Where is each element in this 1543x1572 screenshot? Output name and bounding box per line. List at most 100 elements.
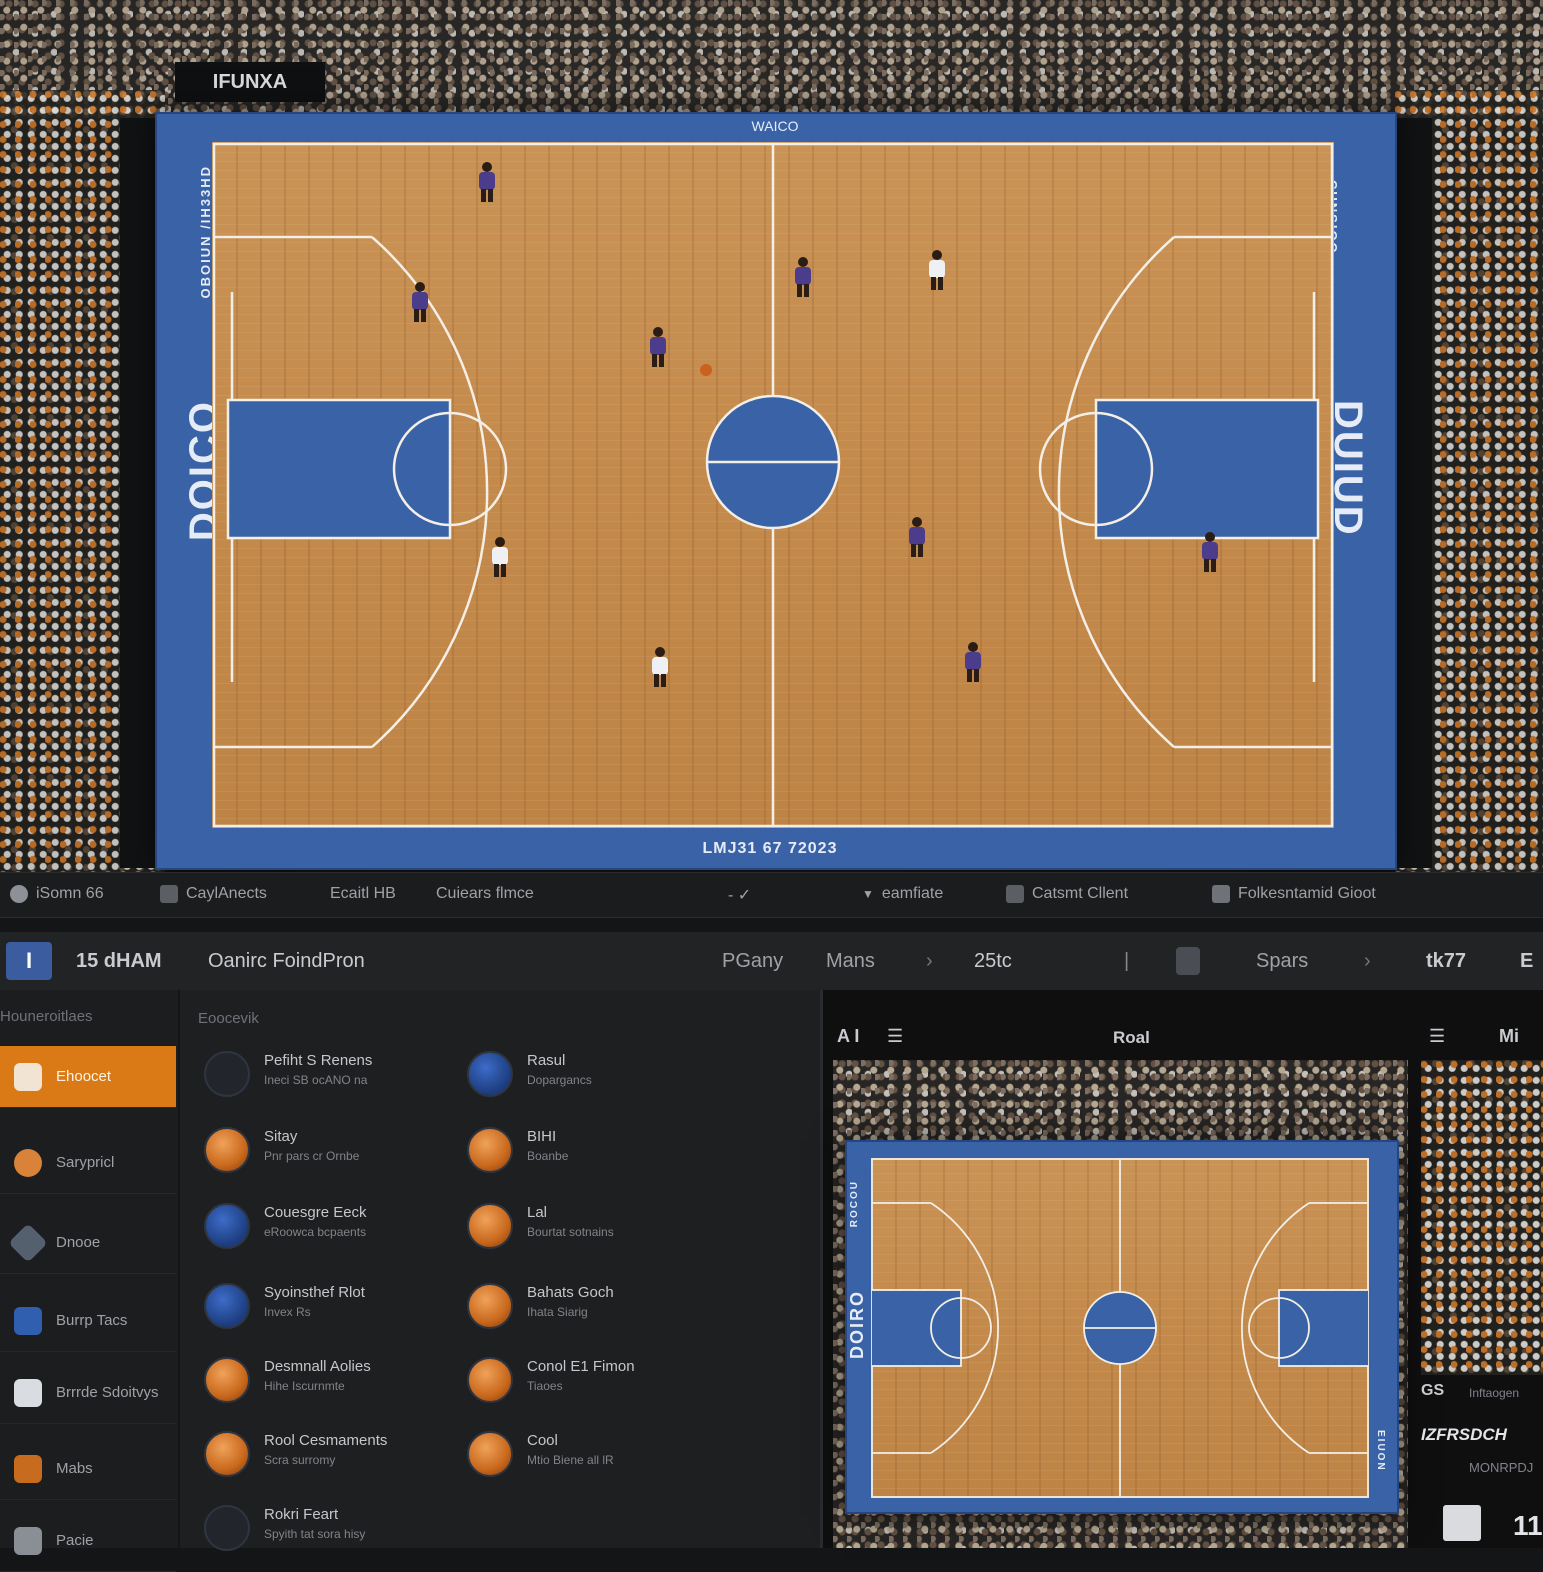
list-item[interactable]: Rasul Dopargancs: [467, 1046, 697, 1106]
broadcast-view: IFUNXA WAICO LMJ31 67 72023 DOICO DUIUD …: [0, 0, 1543, 872]
list-item[interactable]: Sitay Pnr pars cr Ornbe: [204, 1122, 434, 1182]
sidebar-item-trophies[interactable]: Mabs: [0, 1438, 176, 1500]
preview-court-lines: [871, 1158, 1369, 1498]
list-item-subtitle: Mtio Biene all lR: [527, 1453, 614, 1467]
sidebar-item-dribble[interactable]: Brrrde Sdoitvys: [0, 1362, 176, 1424]
list-heading: Eoocevik: [198, 1010, 259, 1027]
player: [647, 647, 673, 687]
sidebar-item-tags[interactable]: Dnooe: [0, 1212, 176, 1274]
app-logo[interactable]: I: [6, 942, 52, 980]
list-item[interactable]: Pefiht S Renens Ineci SB ocANO na: [204, 1046, 434, 1106]
pin-icon: [204, 1505, 250, 1551]
toolbar-confirm-label: - ✓: [728, 887, 752, 904]
right-side-board: [1392, 118, 1432, 868]
list-item[interactable]: Bahats Goch Ihata Siarig: [467, 1278, 697, 1338]
list-item-title: Lal: [527, 1204, 548, 1221]
camera-icon: [1006, 885, 1024, 903]
chevron-right-icon: ›: [926, 950, 933, 972]
status-icon: [10, 885, 28, 903]
team-logo-icon: [1176, 947, 1200, 975]
jersey-9-icon: [467, 1051, 513, 1097]
toolbar-frames[interactable]: Cuiears flmce: [436, 885, 534, 903]
league-logo-icon: [1443, 1505, 1481, 1541]
menu-icon[interactable]: ☰: [887, 1026, 903, 1047]
folder-icon: [1212, 885, 1230, 903]
player: [645, 327, 671, 367]
sidebar-item-players[interactable]: Burrp Tacs: [0, 1290, 176, 1352]
list-item-title: Conol E1 Fimon: [527, 1358, 635, 1375]
nav-tab-play[interactable]: PGany: [722, 950, 783, 973]
sidebar-heading: Houneroitlaes: [0, 1008, 93, 1025]
tag-icon: [8, 1222, 48, 1263]
court-lines: [212, 142, 1334, 828]
toolbar-edit[interactable]: Ecaitl HB: [330, 885, 396, 903]
list-item[interactable]: Rool Cesmaments Scra surromy: [204, 1426, 434, 1486]
sidebar-item-court[interactable]: Pacie: [0, 1510, 176, 1572]
menu-icon[interactable]: ☰: [1429, 1026, 1445, 1047]
player: [924, 250, 950, 290]
shoe-icon: [204, 1203, 250, 1249]
toolbar-frames-label: Cuiears flmce: [436, 885, 534, 902]
list-item[interactable]: Desmnall Aolies Hihe Iscurnmte: [204, 1352, 434, 1412]
list-item-subtitle: Pnr pars cr Ornbe: [264, 1149, 360, 1163]
preview-court-floor: [871, 1158, 1369, 1498]
list-item-title: Cool: [527, 1432, 558, 1449]
sidebar-item-label: Ehoocet: [56, 1068, 112, 1085]
basketball-icon: [467, 1357, 513, 1403]
filter-icon: ▼: [862, 887, 874, 901]
basketball-icon: [204, 1127, 250, 1173]
preview-side-label2: Inftaogen: [1469, 1386, 1520, 1400]
toolbar-confirm[interactable]: - ✓: [728, 885, 751, 905]
basketball-icon: [467, 1431, 513, 1477]
list-item[interactable]: Conol E1 Fimon Tiaoes: [467, 1352, 697, 1412]
toolbar-filter[interactable]: ▼ eamfiate: [862, 885, 943, 903]
preview-right-label: Mi: [1499, 1026, 1519, 1046]
list-item-title: Rool Cesmaments: [264, 1432, 388, 1449]
list-item[interactable]: Couesgre Eeck eRoowca bcpaents: [204, 1198, 434, 1258]
toolbar-folder[interactable]: Folkesntamid Gioot: [1212, 885, 1376, 903]
player: [1197, 532, 1223, 572]
sidebar-item-home[interactable]: Ehoocet: [0, 1046, 176, 1108]
list-item-subtitle: Dopargancs: [527, 1073, 592, 1087]
sidebar-item-global[interactable]: Sarypricl: [0, 1132, 176, 1194]
list-item[interactable]: Cool Mtio Biene all lR: [467, 1426, 697, 1486]
header-divider: |: [1124, 950, 1130, 972]
dribble-icon: [14, 1378, 42, 1407]
list-item-subtitle: Bourtat sotnains: [527, 1225, 614, 1239]
header-time: 15 dHAM: [76, 950, 162, 972]
header-team[interactable]: Spars: [1256, 950, 1308, 973]
sidebar-item-label: Burrp Tacs: [56, 1312, 128, 1329]
list-item[interactable]: Rokri Feart Spyith tat sora hisy: [204, 1500, 434, 1560]
court-icon: [14, 1526, 42, 1555]
list-item[interactable]: Lal Bourtat sotnains: [467, 1198, 697, 1258]
left-side-board: [120, 118, 160, 868]
sidebar-item-label: Brrrde Sdoitvys: [56, 1384, 159, 1401]
header-right-value: tk77: [1426, 950, 1467, 972]
basketball-icon: [204, 1357, 250, 1403]
content-list: Eoocevik Pefiht S Renens Ineci SB ocANO n…: [180, 990, 820, 1551]
toolbar-players[interactable]: CaylAnects: [160, 885, 267, 903]
chevron-right-icon: ›: [1364, 950, 1371, 972]
toolbar-camera[interactable]: Catsmt Cllent: [1006, 885, 1128, 903]
toolbar-status-label: iSomn 66: [36, 885, 104, 902]
preview-baseline-text: DOIRO: [847, 1290, 867, 1360]
preview-side-subtitle: MONRPDJ: [1469, 1460, 1534, 1475]
toolbar-folder-label: Folkesntamid Gioot: [1238, 885, 1376, 902]
toolbar: iSomn 66 CaylAnects Ecaitl HB Cuiears fl…: [0, 872, 1543, 918]
toolbar-players-label: CaylAnects: [186, 885, 267, 902]
preview-panel: A I ☰ Roal ☰ Mi DOIRO ROCOU EIUON GS Inf…: [820, 990, 1543, 1548]
home-icon: [14, 1062, 42, 1091]
list-item[interactable]: BIHI Boanbe: [467, 1122, 697, 1182]
toolbar-status[interactable]: iSomn 66: [10, 885, 104, 903]
list-item-title: Rasul: [527, 1052, 566, 1069]
list-item[interactable]: Syoinsthef Rlot Invex Rs: [204, 1278, 434, 1338]
player: [904, 517, 930, 557]
player: [407, 282, 433, 322]
header-right-end[interactable]: E: [1520, 950, 1533, 973]
sidebar-item-label: Pacie: [56, 1532, 94, 1549]
toolbar-filter-label: eamfiate: [881, 885, 944, 902]
list-item-subtitle: eRoowca bcpaents: [264, 1225, 367, 1239]
top-left-ad-board: IFUNXA: [175, 62, 325, 102]
nav-tab-mans[interactable]: Mans: [826, 950, 875, 973]
list-item-subtitle: Scra surromy: [264, 1453, 336, 1467]
